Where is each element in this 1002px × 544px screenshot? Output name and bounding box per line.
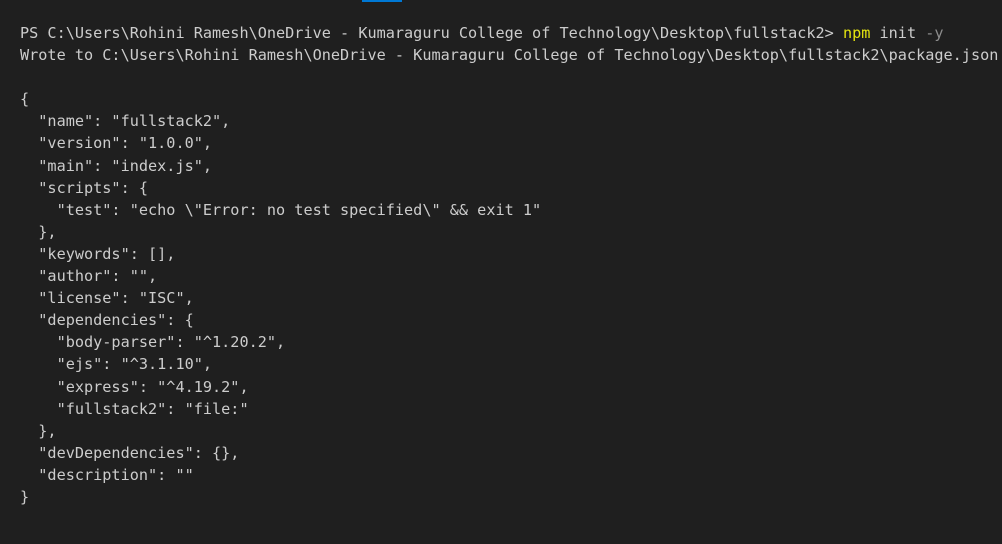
output-line: }, xyxy=(20,421,57,440)
command-args: init xyxy=(870,24,926,42)
output-line: "author": "", xyxy=(20,267,158,286)
output-line: "keywords": [], xyxy=(20,244,176,263)
output-line: "scripts": { xyxy=(20,178,149,197)
output-line: "main": "index.js", xyxy=(20,156,213,175)
output-line: Wrote to C:\Users\Rohini Ramesh\OneDrive… xyxy=(20,46,1002,65)
output-line: "name": "fullstack2", xyxy=(20,112,231,131)
output-line: "fullstack2": "file:" xyxy=(20,399,249,418)
output-line: "description": "" xyxy=(20,465,194,484)
active-tab-indicator xyxy=(362,0,402,2)
terminal-output[interactable]: PS C:\Users\Rohini Ramesh\OneDrive - Kum… xyxy=(20,22,1002,508)
output-line: { xyxy=(20,90,30,109)
output-line: "express": "^4.19.2", xyxy=(20,377,249,396)
output-line: "license": "ISC", xyxy=(20,289,194,308)
command-flag: -y xyxy=(925,24,944,42)
output-line: "version": "1.0.0", xyxy=(20,134,213,153)
prompt-line: PS C:\Users\Rohini Ramesh\OneDrive - Kum… xyxy=(20,22,1002,44)
output-line: "dependencies": { xyxy=(20,311,194,330)
command-npm: npm xyxy=(842,24,871,42)
output-line: "test": "echo \"Error: no test specified… xyxy=(20,200,542,219)
output-line: }, xyxy=(20,222,57,241)
output-line: "body-parser": "^1.20.2", xyxy=(20,333,286,352)
output-line: "devDependencies": {}, xyxy=(20,443,240,462)
output-line: } xyxy=(20,487,30,506)
output-line: "ejs": "^3.1.10", xyxy=(20,355,213,374)
prompt-path: PS C:\Users\Rohini Ramesh\OneDrive - Kum… xyxy=(20,24,843,42)
